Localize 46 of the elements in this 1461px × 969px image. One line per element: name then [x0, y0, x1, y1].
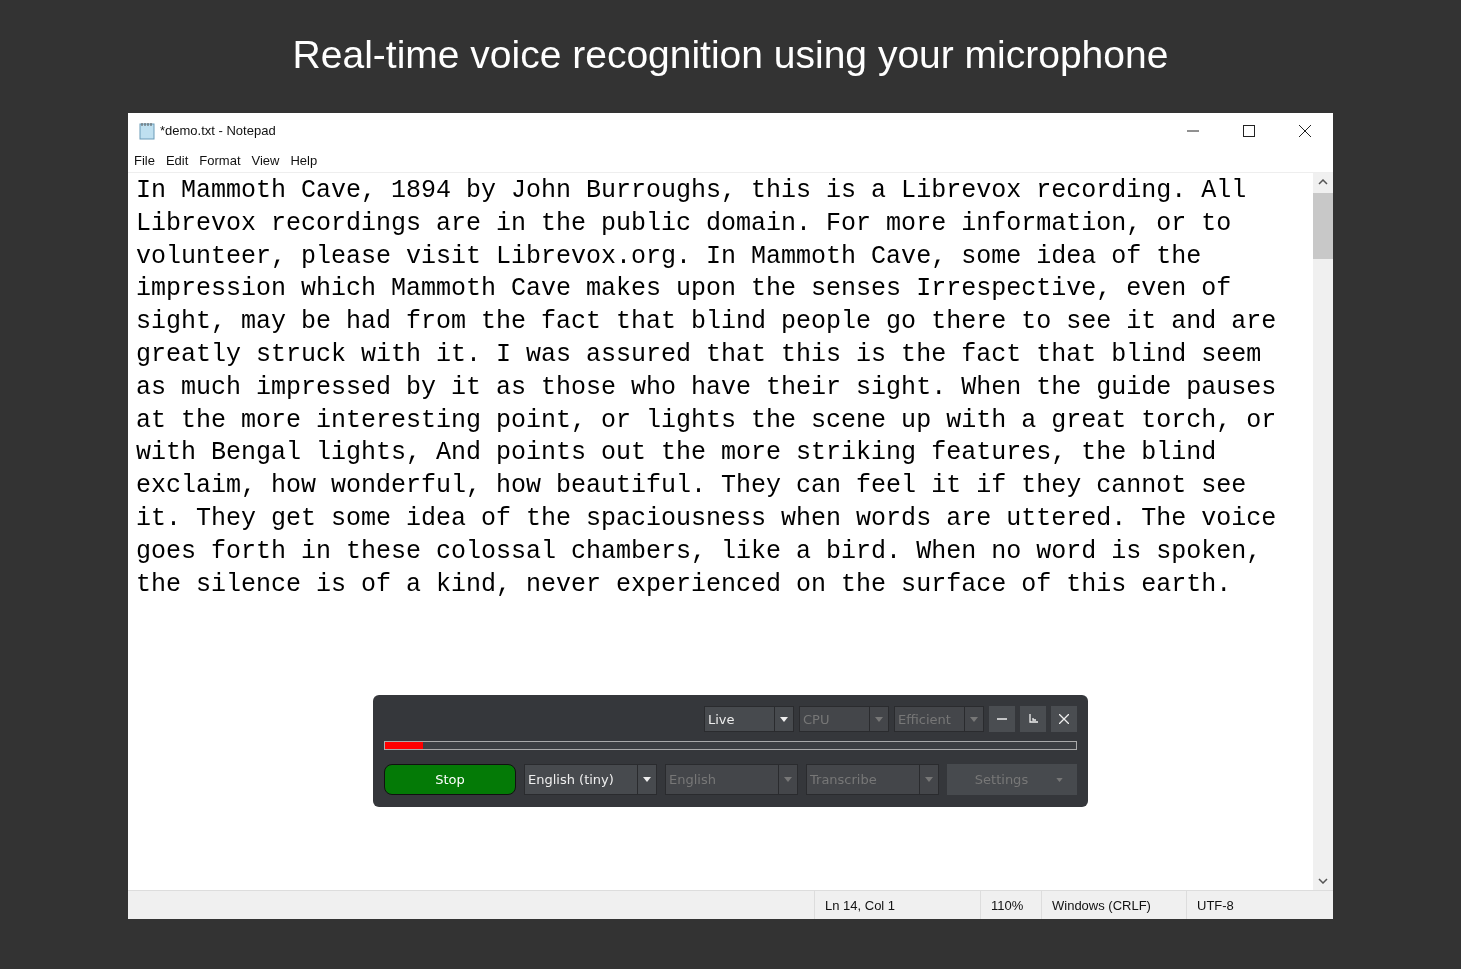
close-icon [1059, 714, 1069, 724]
caret-icon [784, 777, 792, 782]
status-item: Windows (CRLF) [1041, 891, 1186, 919]
document-text-line: In Mammoth Cave, 1894 by John Burroughs, this is a Librevox recording. All [136, 175, 1248, 207]
caret-icon [970, 716, 978, 722]
menu-item[interactable]: File [134, 152, 155, 168]
caret-icon [780, 716, 788, 722]
window-title: *demo.txt - Notepad [160, 123, 276, 138]
dock-button[interactable] [1020, 706, 1046, 732]
scroll-down-icon[interactable] [1318, 878, 1328, 884]
stop-button[interactable]: Stop [384, 764, 516, 795]
status-item: 110% [980, 891, 1041, 919]
caret-icon [925, 777, 933, 782]
vertical-scrollbar[interactable] [1313, 173, 1333, 890]
document-text-line: sight, may be had from the fact that blind people go there to see it and are [136, 306, 1278, 339]
maximize-icon[interactable] [1243, 124, 1255, 137]
menu-item[interactable]: Help [290, 152, 318, 168]
document-text-line: it. They get some idea of the spaciousness when words are uttered. The voice [136, 502, 1278, 535]
page-heading: Real-time voice recognition using your microphone [292, 33, 1169, 77]
caret-icon [643, 777, 651, 782]
menu-item[interactable]: View [251, 152, 280, 168]
document-text-line: at the more interesting point, or lights the scene up with a great torch, or [136, 404, 1278, 437]
status-item: Ln 14, Col 1 [814, 891, 980, 919]
scroll-up-icon[interactable] [1318, 179, 1328, 185]
document-text-line: impression which Mammoth Cave makes upon the senses Irrespective, even of [136, 273, 1233, 306]
document-text-line: Librevox recordings are in the public domain. For more information, or to [136, 207, 1233, 240]
close-button[interactable] [1051, 706, 1077, 732]
caret-icon [875, 716, 883, 722]
menu-item[interactable]: Format [199, 152, 241, 168]
caret-icon [1056, 777, 1064, 782]
document-text-line: volunteer, please visit Librevox.org. In Mammoth Cave, some idea of the [136, 240, 1203, 273]
document-text-line: as much impressed by it as those who have their sight. When the guide pauses [136, 371, 1278, 404]
minimize-button[interactable] [989, 706, 1015, 732]
dropdown[interactable]: English (tiny) [524, 764, 657, 795]
dock-icon [1028, 714, 1038, 724]
document-text-line: greatly struck with it. I was assured that this is the fact that blind seem [136, 339, 1263, 371]
notepad-icon [138, 121, 156, 140]
menu-item[interactable]: Edit [165, 152, 189, 168]
status-item: UTF-8 [1186, 891, 1333, 919]
close-icon[interactable] [1299, 124, 1311, 137]
document-text-line: goes forth in these colossal chambers, like a bird. When no word is spoken, [136, 535, 1263, 568]
dropdown[interactable]: Live [704, 706, 794, 732]
document-text-line: exclaim, how wonderful, how beautiful. They can feel it if they cannot see [136, 470, 1248, 503]
scrollbar-thumb[interactable] [1313, 193, 1333, 259]
document-text-line: the silence is of a kind, never experienced on the surface of this earth. [136, 568, 1233, 601]
document-text-line: with Bengal lights, And points out the more striking features, the blind [136, 437, 1218, 470]
